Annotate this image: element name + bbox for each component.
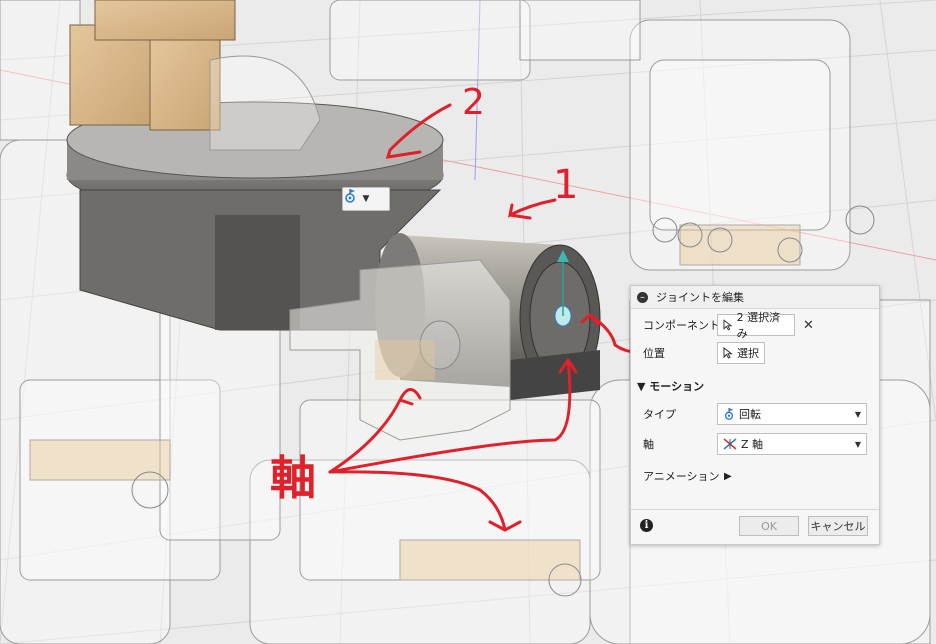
axis-label: 軸 <box>643 438 654 451</box>
minus-icon[interactable]: – <box>637 291 648 303</box>
component-row: コンポーネント 2 選択済み ✕ <box>631 311 879 340</box>
position-row: 位置 選択 <box>631 342 879 364</box>
info-icon[interactable]: i <box>640 519 653 532</box>
type-row: タイプ 回転 ▼ <box>631 403 879 425</box>
axis-icon <box>723 438 737 450</box>
cursor-icon <box>723 319 733 331</box>
axis-row: 軸 Z 軸 ▼ <box>631 433 879 455</box>
annotation-axis-kanji: 軸 <box>270 451 316 505</box>
chevron-down-icon: ▼ <box>637 380 650 393</box>
type-label: タイプ <box>643 408 676 421</box>
position-label: 位置 <box>643 347 665 360</box>
chevron-down-icon: ▼ <box>854 439 861 449</box>
dialog-footer: i OK キャンセル <box>631 509 879 544</box>
motion-section-header[interactable]: ▼ モーション <box>637 378 704 394</box>
animation-row: アニメーション ▶ <box>631 465 879 487</box>
animation-label: アニメーション <box>643 470 720 483</box>
component-select-button[interactable]: 2 選択済み <box>717 311 795 340</box>
type-dropdown[interactable]: 回転 ▼ <box>717 403 867 425</box>
revolute-icon <box>724 408 734 420</box>
component-value: 2 選択済み <box>736 311 781 340</box>
ok-button[interactable]: OK <box>739 516 799 536</box>
edit-joint-dialog: – ジョイントを編集 コンポーネント 2 選択済み ✕ 位置 選択 ▼ モーショ… <box>630 285 880 545</box>
joint-icon <box>345 189 355 203</box>
annotation-number-2: 2 <box>462 82 485 123</box>
axis-value: Z 軸 <box>741 438 764 451</box>
component-label: コンポーネント <box>643 319 720 332</box>
motion-section-title: モーション <box>649 380 705 393</box>
cancel-button[interactable]: キャンセル <box>808 516 868 536</box>
position-value: 選択 <box>737 347 759 360</box>
position-select-button[interactable]: 選択 <box>717 342 765 364</box>
axis-dropdown[interactable]: Z 軸 ▼ <box>717 433 867 455</box>
cursor-icon <box>723 347 733 359</box>
dialog-header: – ジョイントを編集 <box>631 286 879 309</box>
dialog-title: ジョイントを編集 <box>656 291 744 304</box>
close-icon[interactable]: ✕ <box>803 318 814 333</box>
type-value: 回転 <box>739 408 761 421</box>
annotation-number-1: 1 <box>553 162 579 208</box>
chevron-down-icon: ▼ <box>854 409 861 419</box>
joint-glyph-widget[interactable]: ▼ <box>342 187 390 211</box>
play-icon[interactable]: ▶ <box>724 471 732 482</box>
chevron-down-icon: ▼ <box>362 194 370 204</box>
